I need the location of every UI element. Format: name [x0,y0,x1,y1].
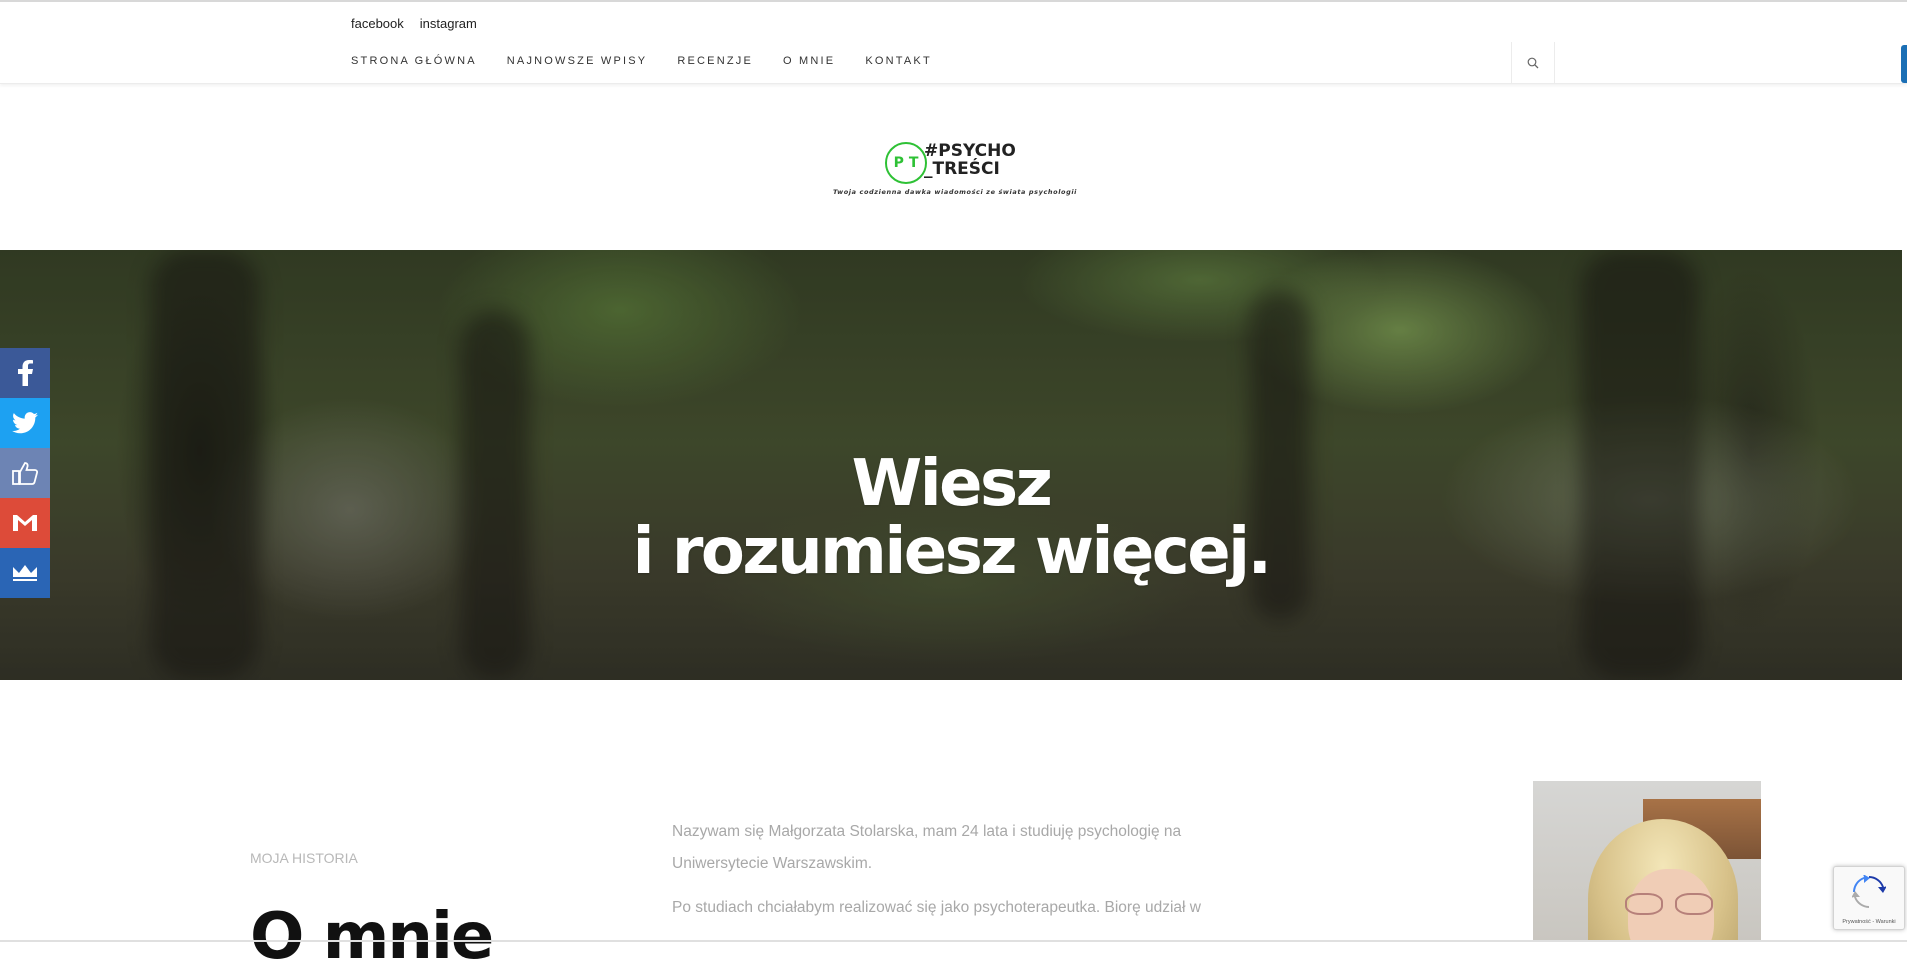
nav-item-contact[interactable]: KONTAKT [865,55,932,67]
facebook-icon [18,360,33,386]
hero-title: Wiesz i rozumiesz więcej. [0,450,1902,586]
search-button[interactable] [1511,42,1555,83]
facebook-link[interactable]: facebook [351,16,404,31]
header-logo-area: PT #PSYCHO _TREŚCI Twoja codzienna dawka… [0,84,1907,250]
about-paragraph: Nazywam się Małgorzata Stolarska, mam 24… [672,823,1182,872]
photo-glasses [1625,893,1717,915]
nav-item-home[interactable]: STRONA GŁÓWNA [351,55,477,67]
search-icon [1527,57,1539,68]
logo-wordmark: #PSYCHO _TREŚCI [924,142,1016,178]
section-heading: O mnie [250,900,494,974]
share-gmail-button[interactable] [0,498,50,548]
hero-title-line-1: Wiesz [851,447,1053,521]
hero-banner: Wiesz i rozumiesz więcej. [0,250,1902,680]
nav-item-about[interactable]: O MNIE [783,55,835,67]
share-twitter-button[interactable] [0,398,50,448]
share-more-button[interactable] [0,548,50,598]
gmail-icon [13,515,37,531]
scrollbar-thumb[interactable] [1901,45,1907,83]
top-bar: facebook instagram [0,4,1907,43]
recaptcha-icon [1852,875,1886,908]
share-like-button[interactable] [0,448,50,498]
recaptcha-text[interactable]: Prywatność - Warunki [1836,919,1902,925]
logo-circle: PT [885,142,927,184]
section-label: MOJA HISTORIA [250,850,358,866]
author-photo [1533,781,1761,942]
site-logo[interactable]: PT #PSYCHO _TREŚCI Twoja codzienna dawka… [825,140,1085,200]
social-links: facebook instagram [351,16,477,31]
instagram-link[interactable]: instagram [420,16,477,31]
nav-menu: STRONA GŁÓWNA NAJNOWSZE WPISY RECENZJE O… [351,55,932,67]
logo-line-1: #PSYCHO [924,141,1016,161]
main-navigation: STRONA GŁÓWNA NAJNOWSZE WPISY RECENZJE O… [0,42,1907,84]
nav-item-latest-posts[interactable]: NAJNOWSZE WPISY [507,55,648,67]
social-share-bar [0,348,50,598]
about-text: Nazywam się Małgorzata Stolarska, mam 24… [672,816,1232,936]
crown-icon [13,565,37,581]
recaptcha-badge[interactable]: Prywatność - Warunki [1833,866,1905,930]
share-facebook-button[interactable] [0,348,50,398]
logo-line-2: _TREŚCI [924,159,1000,179]
twitter-icon [12,412,38,434]
hero-title-line-2: i rozumiesz więcej. [632,515,1272,589]
logo-tagline: Twoja codzienna dawka wiadomości ze świa… [833,188,1077,196]
like-icon [12,462,38,485]
about-paragraph: Po studiach chciałabym realizować się ja… [672,899,1201,916]
nav-item-reviews[interactable]: RECENZJE [677,55,753,67]
